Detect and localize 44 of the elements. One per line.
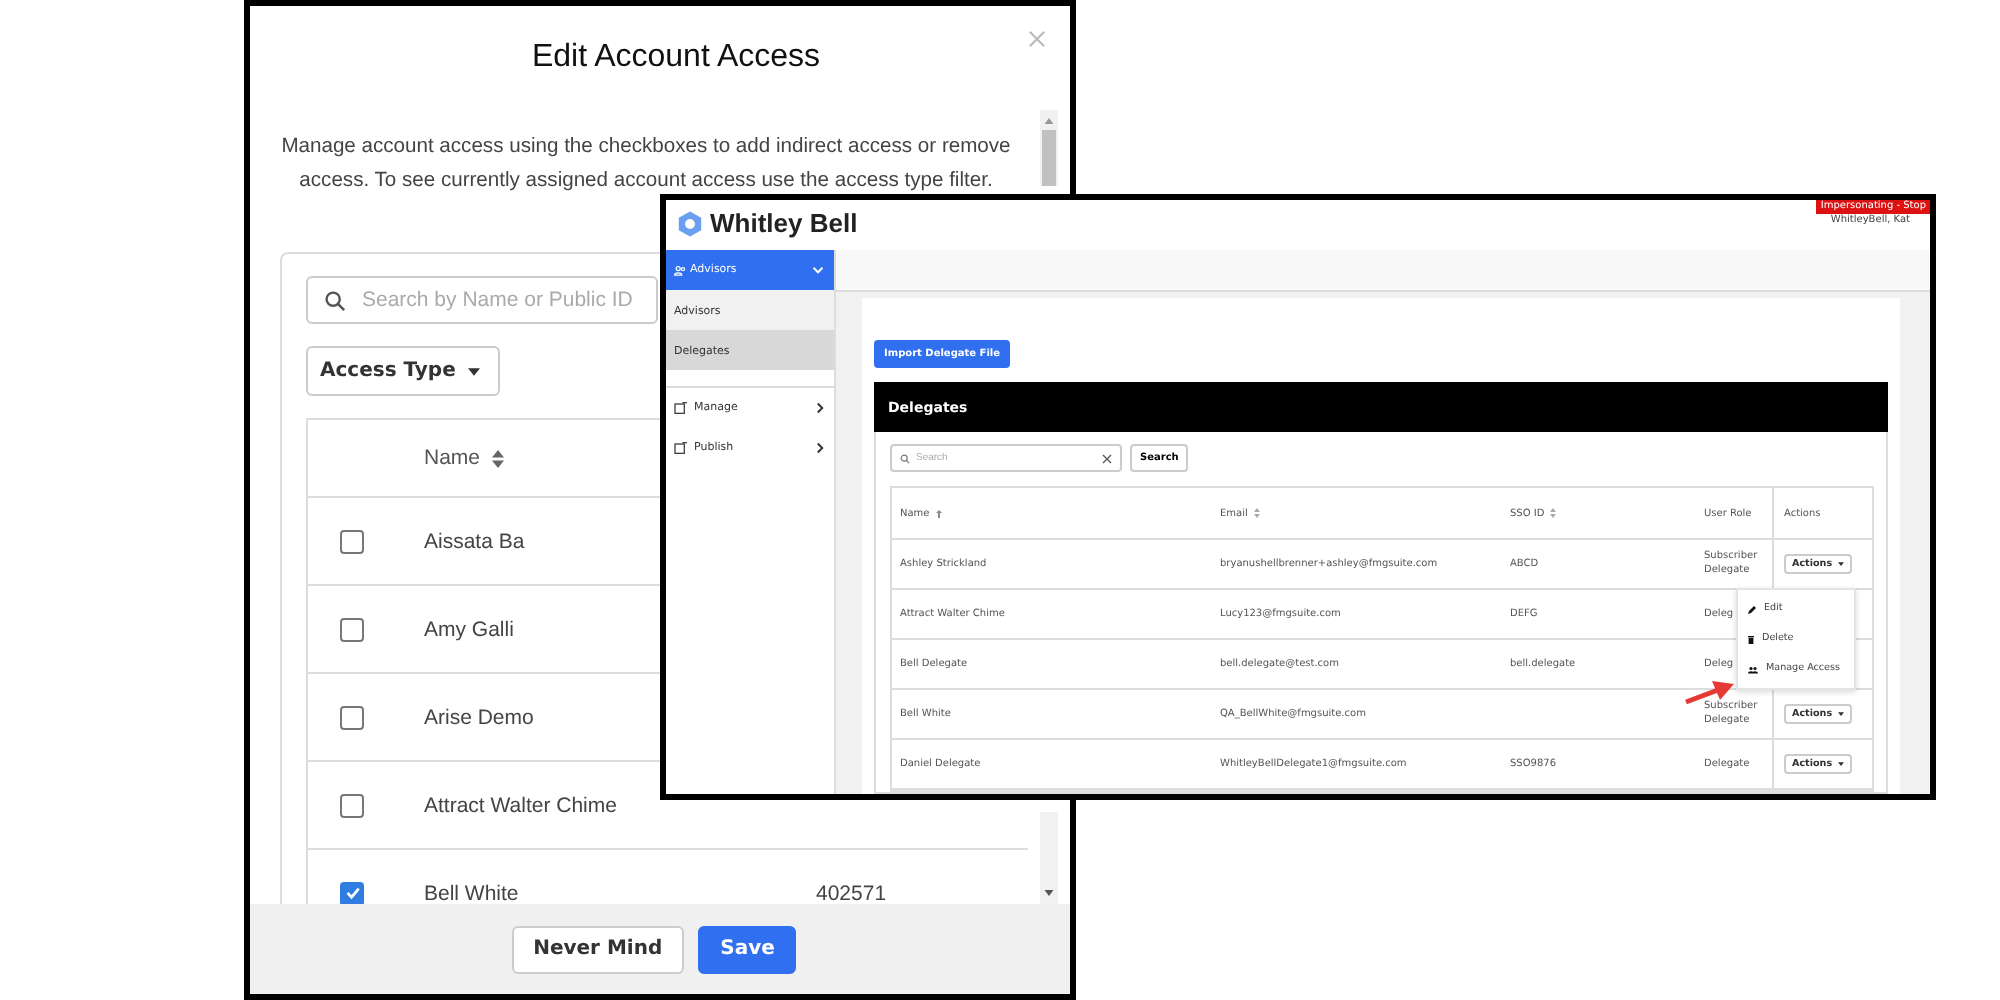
sort-icon — [1550, 508, 1557, 518]
people-icon — [1748, 665, 1758, 673]
scrollbar-bottom[interactable] — [1040, 812, 1058, 904]
chevron-icon — [812, 266, 824, 274]
clear-icon[interactable] — [1102, 453, 1112, 463]
checkbox[interactable] — [340, 617, 364, 641]
table-cell-text: Arise Demo — [424, 705, 536, 729]
table-cell-text: Amy Galli — [424, 617, 516, 641]
table-cell-text: Aissata Ba — [424, 529, 527, 553]
table-cell-text: Attract Walter Chime — [424, 793, 619, 817]
brand-name: Whitley Bell — [710, 208, 858, 238]
caret-icon — [1838, 712, 1845, 716]
column-header[interactable]: Name — [424, 446, 505, 470]
checkbox[interactable] — [340, 793, 364, 817]
edit-box-icon — [674, 442, 688, 454]
caret-icon — [467, 367, 480, 375]
checkbox[interactable] — [340, 705, 364, 729]
scroll-up-icon[interactable] — [1044, 118, 1054, 124]
search-icon — [324, 289, 346, 311]
trash-icon — [1748, 635, 1754, 643]
search-icon — [900, 453, 910, 463]
save-button[interactable]: Save — [698, 925, 797, 973]
table-cell-text: Bell White — [424, 881, 521, 904]
sort-icon — [1253, 508, 1260, 518]
checkbox[interactable] — [340, 881, 364, 904]
pencil-icon — [1748, 605, 1756, 613]
dialog-title: Edit Account Access — [529, 40, 821, 76]
chevron-icon — [816, 402, 824, 414]
cancel-button[interactable]: Never Mind — [511, 925, 685, 973]
dialog-description: Manage account access using the checkboxes to add indirect access or remove access. To see currently assigned account access use the access type filter. — [280, 134, 1012, 196]
people-icon — [674, 265, 686, 275]
table-cell: 402571 — [816, 881, 887, 904]
scroll-down-icon[interactable] — [1044, 890, 1054, 896]
sort-up-icon — [935, 509, 942, 517]
caret-icon — [1838, 562, 1845, 566]
chevron-icon — [816, 442, 824, 454]
search-field[interactable]: Search by Name or Public ID — [306, 276, 658, 324]
checkbox[interactable] — [340, 529, 364, 553]
edit-box-icon — [674, 402, 688, 414]
access-type-dropdown[interactable]: Access Type — [306, 346, 500, 396]
logo-icon — [676, 209, 704, 237]
scrollbar-top[interactable] — [1040, 110, 1058, 186]
caret-icon — [1838, 762, 1845, 766]
sort-icon — [492, 449, 505, 467]
